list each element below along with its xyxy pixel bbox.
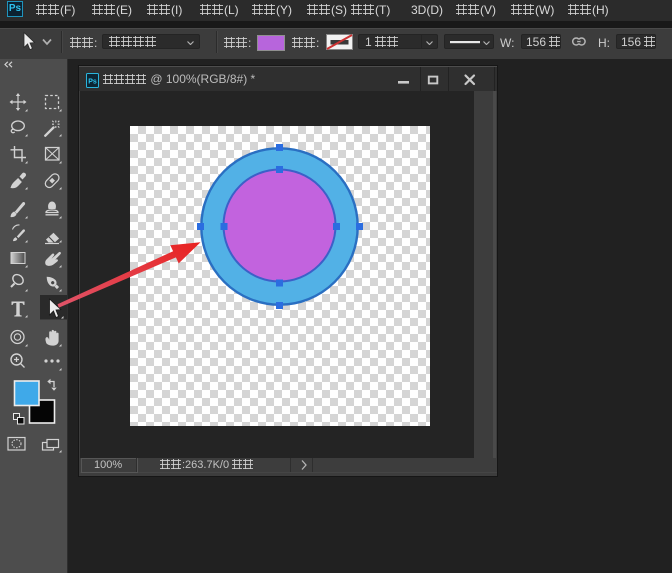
svg-text:Ps: Ps: [88, 79, 97, 86]
